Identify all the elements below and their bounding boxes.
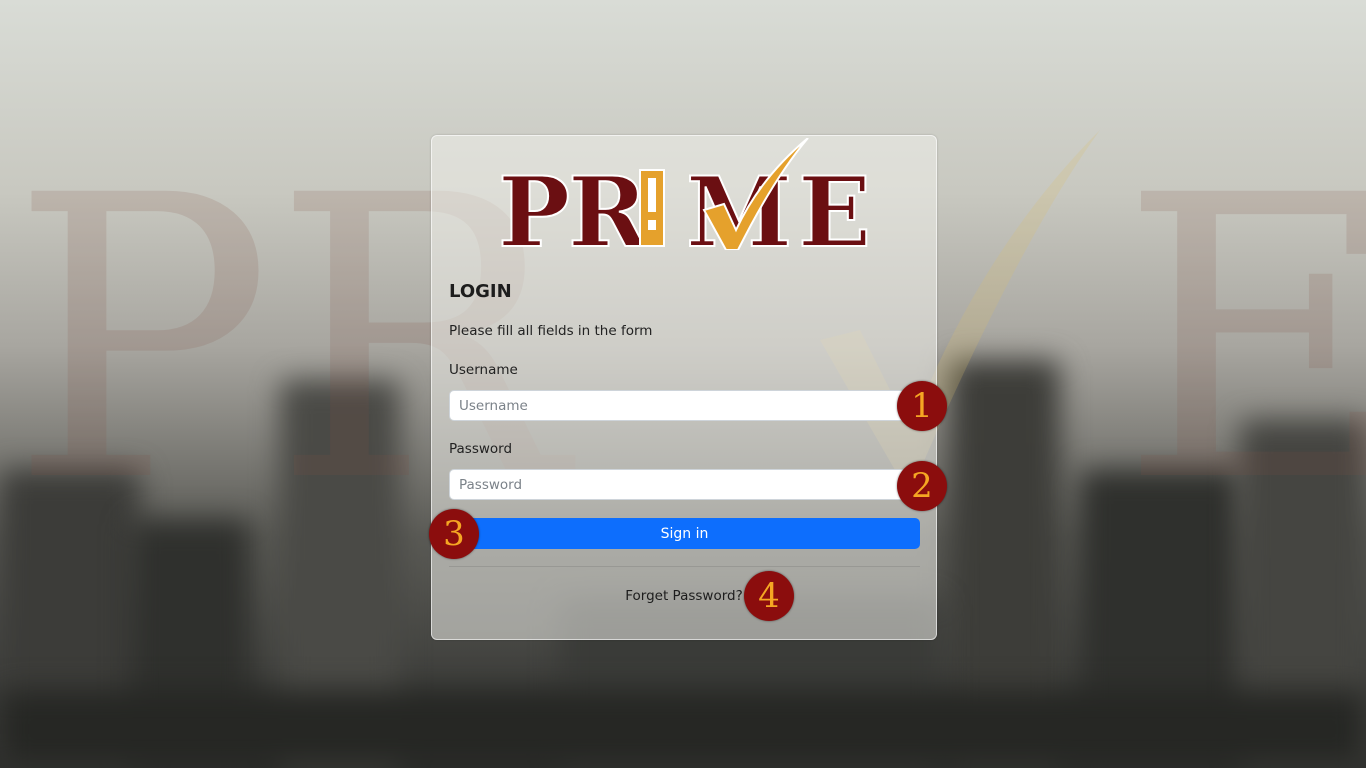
annotation-marker-3: 3 <box>429 509 479 559</box>
annotation-marker-2: 2 <box>897 461 947 511</box>
background-ground <box>0 690 1366 768</box>
watermark-letter: P <box>10 113 273 567</box>
login-title: LOGIN <box>449 281 512 302</box>
forget-password-link[interactable]: Forget Password? <box>432 588 936 604</box>
svg-text:R: R <box>568 156 649 250</box>
prime-logo: P R M E <box>498 138 868 250</box>
divider <box>449 566 920 567</box>
watermark-letter: E <box>1119 113 1366 567</box>
password-input[interactable] <box>449 469 920 500</box>
annotation-marker-1: 1 <box>897 381 947 431</box>
svg-text:E: E <box>798 156 868 250</box>
username-input[interactable] <box>449 390 920 421</box>
sign-in-button[interactable]: Sign in <box>449 518 920 549</box>
login-card: P R M E LOGIN Please fill all fields in … <box>431 135 937 640</box>
username-label: Username <box>449 362 518 378</box>
annotation-marker-4: 4 <box>744 571 794 621</box>
svg-text:P: P <box>498 156 570 250</box>
password-label: Password <box>449 441 513 457</box>
login-subtitle: Please fill all fields in the form <box>449 323 653 339</box>
